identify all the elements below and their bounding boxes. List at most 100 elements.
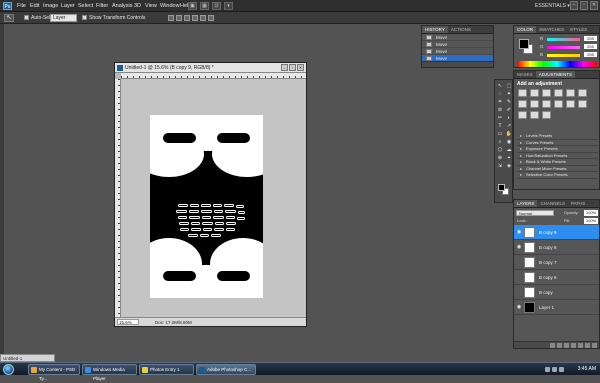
tab-actions[interactable]: ACTIONS: [448, 26, 474, 33]
tab-history[interactable]: HISTORY: [422, 26, 448, 33]
visibility-eye-icon[interactable]: [516, 259, 522, 265]
menu-file[interactable]: File: [17, 2, 26, 10]
layer-row[interactable]: ◉ Layer 1: [514, 300, 599, 315]
invert-icon[interactable]: [566, 100, 575, 108]
align-left-icon[interactable]: [192, 15, 198, 21]
history-item[interactable]: Move: [422, 34, 493, 41]
layer-row[interactable]: B copy: [514, 285, 599, 300]
slider-b-value[interactable]: 255: [584, 52, 597, 57]
slider-r[interactable]: [547, 38, 580, 41]
zoom-level-icon[interactable]: ⊡: [212, 2, 221, 10]
taskbar-item[interactable]: Windows Media Player: [82, 364, 137, 381]
tab-styles[interactable]: STYLES: [567, 26, 590, 33]
start-button[interactable]: [3, 364, 14, 375]
history-item[interactable]: Move: [422, 41, 493, 48]
layer-style-icon[interactable]: [557, 343, 562, 348]
tool-button[interactable]: ◌: [496, 91, 504, 98]
threshold-icon[interactable]: [518, 111, 527, 119]
preset-item[interactable]: Selective Color Presets: [517, 172, 598, 179]
history-item[interactable]: Move: [422, 48, 493, 55]
color-spectrum-ramp[interactable]: [517, 61, 597, 67]
menu-analysis[interactable]: Analysis: [112, 2, 132, 10]
security-icon[interactable]: [559, 367, 564, 372]
tab-layers[interactable]: LAYERS: [514, 200, 538, 207]
visibility-eye-icon[interactable]: ◉: [516, 304, 522, 310]
channel-mixer-icon[interactable]: [554, 100, 563, 108]
menu-edit[interactable]: Edit: [30, 2, 39, 10]
align-bottom-icon[interactable]: [184, 15, 190, 21]
close-button[interactable]: ✕: [590, 1, 598, 10]
taskbar-item[interactable]: Photos Entry 1: [139, 364, 194, 375]
levels-icon[interactable]: [530, 89, 539, 97]
zoom-field[interactable]: 15.6%: [117, 319, 139, 325]
tab-paths[interactable]: PATHS: [568, 200, 588, 207]
tool-button[interactable]: ⌕: [496, 139, 504, 146]
align-hcenter-icon[interactable]: [200, 15, 206, 21]
tool-button[interactable]: ✎: [505, 99, 513, 106]
color-balance-icon[interactable]: [518, 100, 527, 108]
auto-select-dropdown[interactable]: Layer: [50, 14, 77, 22]
arrange-documents-icon[interactable]: ▾: [224, 2, 233, 10]
auto-select-checkbox[interactable]: [24, 15, 29, 20]
curves-icon[interactable]: [542, 89, 551, 97]
add-mask-icon[interactable]: [564, 343, 569, 348]
tool-button[interactable]: ⌖: [505, 155, 513, 162]
blend-mode-dropdown[interactable]: Normal: [516, 210, 554, 216]
hue-icon[interactable]: [578, 89, 587, 97]
menu-layer[interactable]: Layer: [61, 2, 75, 10]
tool-button[interactable]: ✋: [505, 131, 513, 138]
volume-icon[interactable]: [552, 367, 557, 372]
tab-swatches[interactable]: SWATCHES: [536, 26, 567, 33]
brightness-icon[interactable]: [518, 89, 527, 97]
tool-button[interactable]: ⊘: [496, 107, 504, 114]
minimize-button[interactable]: –: [570, 1, 578, 10]
tool-button[interactable]: ✦: [505, 91, 513, 98]
view-extras-icon[interactable]: ▦: [200, 2, 209, 10]
black-white-icon[interactable]: [530, 100, 539, 108]
layer-row-selected[interactable]: ◉ B copy 9: [514, 225, 599, 240]
menu-view[interactable]: View: [145, 2, 157, 10]
foreground-color-swatch[interactable]: [519, 39, 529, 49]
fill-field[interactable]: 100%: [584, 218, 598, 224]
tool-button[interactable]: ✐: [505, 107, 513, 114]
align-top-icon[interactable]: [168, 15, 174, 21]
visibility-eye-icon[interactable]: [516, 274, 522, 280]
doc-minimize-button[interactable]: –: [281, 64, 288, 71]
slider-b[interactable]: [547, 54, 580, 57]
launch-bridge-icon[interactable]: ▣: [188, 2, 197, 10]
artboard[interactable]: [150, 115, 263, 298]
slider-r-value[interactable]: 255: [584, 36, 597, 41]
exposure-icon[interactable]: [554, 89, 563, 97]
tool-button[interactable]: ⌗: [496, 99, 504, 106]
tool-button[interactable]: ◐: [505, 115, 513, 122]
doc-maximize-button[interactable]: ▫: [289, 64, 296, 71]
tool-button[interactable]: ◈: [505, 163, 513, 170]
layer-row[interactable]: B copy 7: [514, 255, 599, 270]
taskbar-item-active[interactable]: Adobe Photoshop C...: [196, 364, 256, 375]
align-vcenter-icon[interactable]: [176, 15, 182, 21]
tool-button[interactable]: T: [496, 123, 504, 130]
slider-g-value[interactable]: 255: [584, 44, 597, 49]
tool-foreground-swatch[interactable]: [498, 184, 505, 191]
minimized-document[interactable]: Untitled-1: [0, 354, 55, 362]
workspace-switcher[interactable]: ESSENTIALS ▾: [535, 2, 570, 10]
new-group-icon[interactable]: [578, 343, 583, 348]
new-layer-icon[interactable]: [585, 343, 590, 348]
tool-button[interactable]: ◉: [505, 139, 513, 146]
layer-name[interactable]: Layer 1: [539, 300, 554, 315]
tool-button[interactable]: ☁: [505, 147, 513, 154]
layer-name[interactable]: B copy 9: [539, 225, 557, 240]
posterize-icon[interactable]: [578, 100, 587, 108]
visibility-eye-icon[interactable]: ◉: [516, 229, 522, 235]
menu-select[interactable]: Select: [78, 2, 93, 10]
tool-button[interactable]: ↖: [496, 83, 504, 90]
opacity-field[interactable]: 100%: [584, 210, 598, 216]
show-transform-checkbox[interactable]: [82, 15, 87, 20]
tool-button[interactable]: ⊕: [496, 155, 504, 162]
layer-row[interactable]: ◉ B copy 8: [514, 240, 599, 255]
link-layers-icon[interactable]: [550, 343, 555, 348]
tool-button[interactable]: ▭: [496, 131, 504, 138]
doc-close-button[interactable]: ✕: [297, 64, 304, 71]
visibility-eye-icon[interactable]: [516, 289, 522, 295]
tool-button[interactable]: ⬚: [505, 83, 513, 90]
